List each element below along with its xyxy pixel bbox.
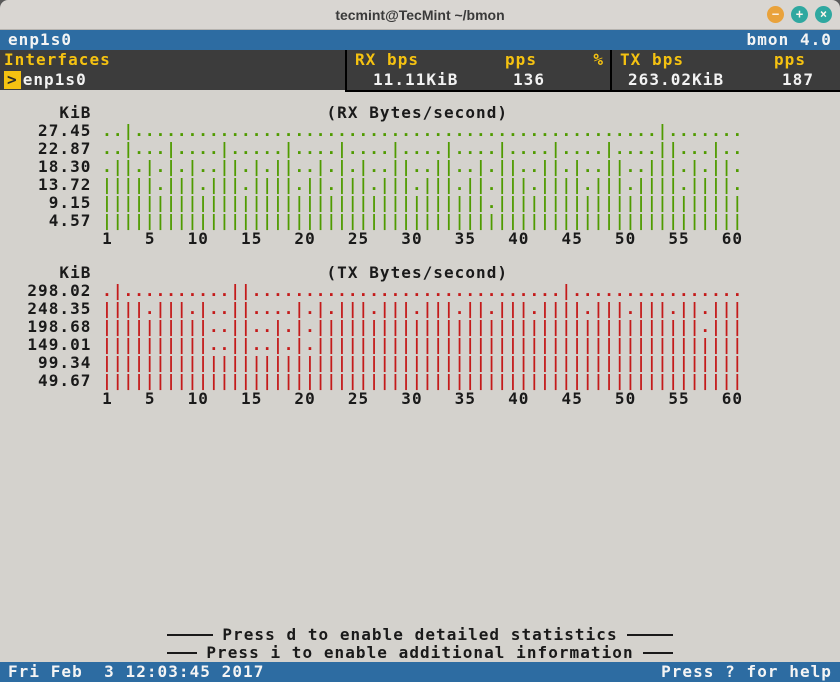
column-header-rx-pps: pps <box>505 51 566 69</box>
column-header-tx-pps: pps <box>774 51 840 69</box>
tx-values-group: 263.02KiB 187 <box>610 70 840 90</box>
minimize-button[interactable]: − <box>767 6 784 23</box>
minimize-icon: − <box>772 7 779 21</box>
rx-bytes-graph: KiB (RX Bytes/second) 27.45 ..|.........… <box>6 104 840 248</box>
hint-additional-text: Press i to enable additional information <box>206 644 633 662</box>
rx-header-group: RX bps pps % <box>345 50 610 70</box>
status-datetime: Fri Feb 3 12:03:45 2017 <box>8 663 264 681</box>
graphs-area: KiB (RX Bytes/second) 27.45 ..|.........… <box>0 92 840 408</box>
close-icon: × <box>820 7 827 21</box>
window-controls: − + × <box>767 6 832 23</box>
maximize-button[interactable]: + <box>791 6 808 23</box>
status-help-hint: Press ? for help <box>661 663 832 681</box>
terminal-window: tecmint@TecMint ~/bmon − + × enp1s0 bmon… <box>0 0 840 682</box>
active-interface-label: enp1s0 <box>8 31 72 49</box>
rx-values-group: 11.11KiB 136 <box>345 70 610 90</box>
statusbar: Fri Feb 3 12:03:45 2017 Press ? for help <box>0 662 840 682</box>
divider-line <box>643 652 673 654</box>
bmon-topbar: enp1s0 bmon 4.0 <box>0 30 840 50</box>
interface-row-enp1s0: > enp1s0 11.11KiB 136 263.02KiB 187 <box>0 70 840 90</box>
rx-bps-value: 11.11KiB <box>347 71 505 89</box>
column-header-tx-bps: TX bps <box>612 51 774 69</box>
hint-additional-information: Press i to enable additional information <box>0 644 840 662</box>
tx-header-group: TX bps pps <box>610 50 840 70</box>
divider-line <box>627 634 673 636</box>
interface-table-header: Interfaces RX bps pps % TX bps pps <box>0 50 840 70</box>
close-button[interactable]: × <box>815 6 832 23</box>
tx-bps-value: 263.02KiB <box>612 71 774 89</box>
window-titlebar[interactable]: tecmint@TecMint ~/bmon − + × <box>0 0 840 30</box>
empty-terminal-area <box>0 408 840 626</box>
bmon-terminal: enp1s0 bmon 4.0 Interfaces RX bps pps % … <box>0 30 840 682</box>
divider-line <box>167 634 213 636</box>
divider-line <box>167 652 197 654</box>
interface-name: enp1s0 <box>21 71 87 89</box>
interface-cell: > enp1s0 <box>0 70 345 90</box>
rx-pps-value: 136 <box>505 71 566 89</box>
window-title: tecmint@TecMint ~/bmon <box>335 7 504 23</box>
maximize-icon: + <box>796 7 803 21</box>
column-header-percent: % <box>566 51 610 69</box>
tx-bytes-graph: KiB (TX Bytes/second) 298.02 .|.........… <box>6 264 840 408</box>
hint-detailed-statistics: Press d to enable detailed statistics <box>0 626 840 644</box>
app-version-label: bmon 4.0 <box>747 31 832 49</box>
column-header-rx-bps: RX bps <box>347 51 505 69</box>
selection-cursor: > <box>4 71 21 89</box>
hint-detailed-text: Press d to enable detailed statistics <box>222 626 617 644</box>
tx-pps-value: 187 <box>774 71 840 89</box>
column-header-interfaces: Interfaces <box>0 50 345 70</box>
